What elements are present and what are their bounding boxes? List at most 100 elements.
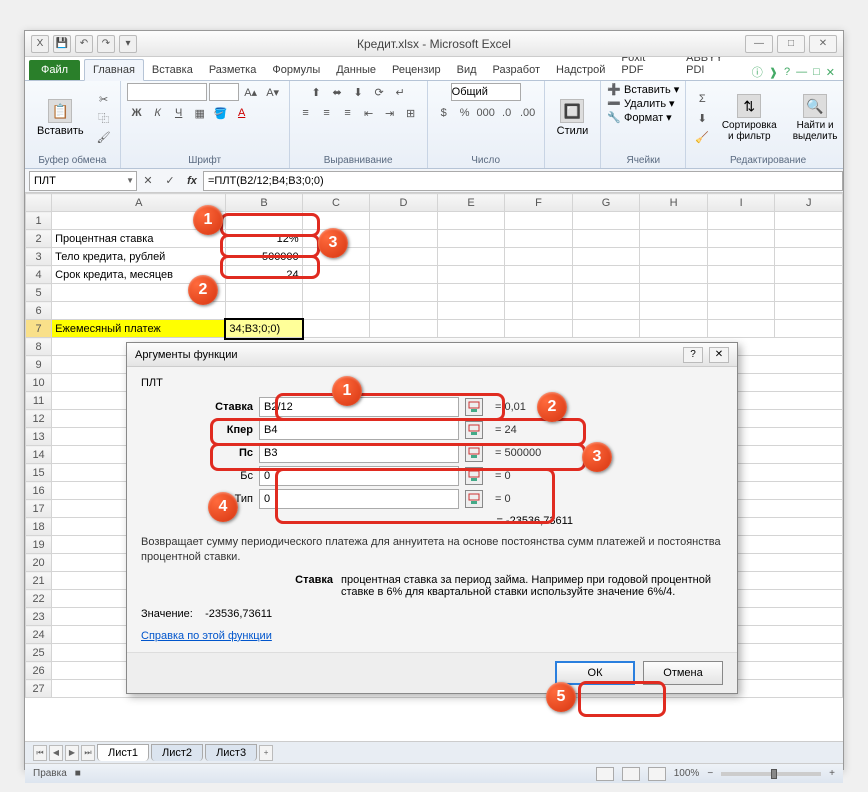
grow-font-icon[interactable]: A▴: [241, 83, 261, 101]
row-header[interactable]: 8: [26, 338, 52, 356]
cell[interactable]: [707, 302, 775, 320]
cell[interactable]: [775, 284, 843, 302]
cell[interactable]: [572, 212, 640, 230]
dialog-title-bar[interactable]: Аргументы функции ? ✕: [127, 343, 737, 367]
ref-button-icon[interactable]: [465, 398, 483, 416]
border-icon[interactable]: ▦: [190, 104, 210, 122]
cell[interactable]: [505, 320, 573, 338]
font-color-icon[interactable]: A: [232, 104, 252, 122]
zoom-level[interactable]: 100%: [674, 768, 700, 779]
ok-button[interactable]: ОК: [555, 661, 635, 685]
cell[interactable]: [775, 320, 843, 338]
row-header[interactable]: 11: [26, 392, 52, 410]
col-header-e[interactable]: E: [437, 194, 505, 212]
row-header[interactable]: 15: [26, 464, 52, 482]
tab-insert[interactable]: Вставка: [144, 60, 201, 80]
format-cells-button[interactable]: 🔧Формат ▾: [607, 111, 671, 124]
cell[interactable]: [302, 320, 370, 338]
sheet-nav-prev[interactable]: ◀: [49, 745, 63, 761]
row-header[interactable]: 4: [26, 266, 52, 284]
cell[interactable]: [437, 320, 505, 338]
row-header[interactable]: 24: [26, 626, 52, 644]
cell[interactable]: [707, 320, 775, 338]
cell[interactable]: [370, 248, 438, 266]
currency-icon[interactable]: $: [434, 104, 454, 122]
cell[interactable]: [775, 266, 843, 284]
clear-icon[interactable]: 🧹: [692, 128, 712, 146]
cell[interactable]: [707, 230, 775, 248]
cell[interactable]: [640, 302, 708, 320]
cell-a3[interactable]: Тело кредита, рублей: [52, 248, 226, 266]
cell[interactable]: [226, 212, 302, 230]
row-header[interactable]: 2: [26, 230, 52, 248]
normal-view-icon[interactable]: [596, 767, 614, 781]
indent-dec-icon[interactable]: ⇤: [359, 104, 379, 122]
number-format-select[interactable]: [451, 83, 521, 101]
cell[interactable]: [370, 284, 438, 302]
sheet-tab-1[interactable]: Лист1: [97, 744, 149, 761]
cell[interactable]: [370, 212, 438, 230]
cell[interactable]: [505, 266, 573, 284]
ref-button-icon[interactable]: [465, 444, 483, 462]
cell[interactable]: [640, 230, 708, 248]
delete-cells-button[interactable]: ➖Удалить ▾: [607, 97, 674, 110]
sheet-tab-3[interactable]: Лист3: [205, 744, 257, 761]
comma-icon[interactable]: 000: [476, 104, 496, 122]
row-header[interactable]: 26: [26, 662, 52, 680]
dec-decimal-icon[interactable]: .00: [518, 104, 538, 122]
arg-input-fv[interactable]: [259, 466, 459, 486]
format-painter-icon[interactable]: 🖌: [94, 128, 114, 146]
help2-icon[interactable]: ?: [784, 66, 790, 78]
bold-icon[interactable]: Ж: [127, 104, 147, 122]
tab-home[interactable]: Главная: [84, 59, 144, 81]
cell[interactable]: [302, 266, 370, 284]
cell[interactable]: [640, 284, 708, 302]
undo-icon[interactable]: ↶: [75, 35, 93, 53]
percent-icon[interactable]: %: [455, 104, 475, 122]
arg-input-nper[interactable]: [259, 420, 459, 440]
col-header-c[interactable]: C: [302, 194, 370, 212]
insert-cells-button[interactable]: ➕Вставить ▾: [607, 83, 679, 96]
row-header[interactable]: 5: [26, 284, 52, 302]
cell[interactable]: [437, 212, 505, 230]
fill-icon[interactable]: ⬇: [692, 109, 712, 127]
cell[interactable]: [640, 212, 708, 230]
close-button[interactable]: ✕: [809, 35, 837, 53]
redo-icon[interactable]: ↷: [97, 35, 115, 53]
cell[interactable]: [572, 248, 640, 266]
cell[interactable]: [775, 248, 843, 266]
cell-a7[interactable]: Ежемесяный платеж: [52, 320, 226, 338]
zoom-in-icon[interactable]: +: [829, 768, 835, 779]
cell[interactable]: [437, 302, 505, 320]
merge-icon[interactable]: ⊞: [401, 104, 421, 122]
underline-icon[interactable]: Ч: [169, 104, 189, 122]
wrap-text-icon[interactable]: ↵: [390, 83, 410, 101]
row-header[interactable]: 23: [26, 608, 52, 626]
cell[interactable]: [437, 266, 505, 284]
cell[interactable]: [505, 230, 573, 248]
minimize-ribbon-icon[interactable]: ❱: [769, 66, 778, 79]
workbook-max-icon[interactable]: □: [813, 66, 820, 78]
cell[interactable]: [572, 320, 640, 338]
row-header[interactable]: 10: [26, 374, 52, 392]
cell-b7[interactable]: 34;B3;0;0): [226, 320, 302, 338]
cell[interactable]: [437, 248, 505, 266]
cell[interactable]: [505, 284, 573, 302]
paste-button[interactable]: 📋 Вставить: [31, 95, 90, 141]
cell[interactable]: [505, 248, 573, 266]
row-header[interactable]: 1: [26, 212, 52, 230]
cell[interactable]: [302, 212, 370, 230]
cell[interactable]: [437, 230, 505, 248]
align-middle-icon[interactable]: ⬌: [327, 83, 347, 101]
sheet-nav-first[interactable]: ⏮: [33, 745, 47, 761]
indent-inc-icon[interactable]: ⇥: [380, 104, 400, 122]
col-header-j[interactable]: J: [775, 194, 843, 212]
row-header[interactable]: 14: [26, 446, 52, 464]
cell[interactable]: [572, 284, 640, 302]
cell[interactable]: [505, 212, 573, 230]
dialog-help-link[interactable]: Справка по этой функции: [141, 630, 723, 642]
cancel-formula-icon[interactable]: ✕: [138, 171, 158, 191]
col-header-g[interactable]: G: [572, 194, 640, 212]
fx-icon[interactable]: fx: [182, 171, 202, 191]
align-left-icon[interactable]: ≡: [296, 104, 316, 122]
